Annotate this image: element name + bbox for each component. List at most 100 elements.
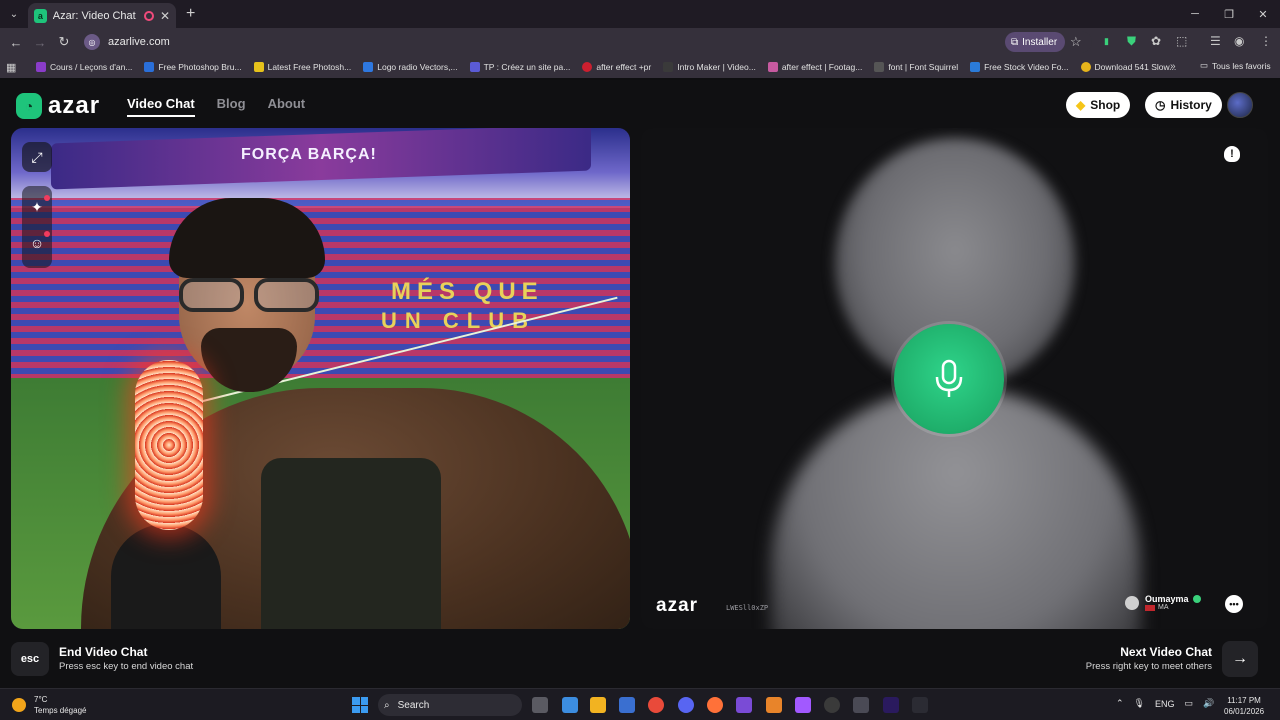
end-video-chat-hint: Press esc key to end video chat [59,661,194,672]
obs-icon[interactable] [824,697,840,713]
end-video-chat-title: End Video Chat [59,645,148,659]
azar-favicon-icon: a [34,9,47,23]
bookmark-item[interactable]: TP : Créez un site pa... [469,62,570,72]
bookmark-item[interactable]: Free Stock Video Fo... [970,62,1069,72]
close-window-icon[interactable]: ✕ [1246,0,1280,28]
volume-icon[interactable]: 🔊 [1203,698,1214,709]
report-user-icon[interactable]: ! [1224,146,1240,162]
copilot-icon[interactable] [562,697,578,713]
azar-logo[interactable]: ◔ azar [16,92,100,120]
discord-icon[interactable] [678,697,694,713]
extensions-puzzle-icon[interactable]: ⬚ [1176,34,1187,48]
all-bookmarks-button[interactable]: ▭ Tous les favoris [1200,60,1271,71]
bookmark-item[interactable]: after effect | Footag... [767,62,862,72]
file-explorer-icon[interactable] [590,697,606,713]
site-info-icon[interactable]: ◎ [84,34,100,50]
reload-icon[interactable]: ↻ [52,34,76,50]
bookmark-item[interactable]: Logo radio Vectors,... [363,62,458,72]
browser-tab[interactable]: a Azar: Video Chat with New ✕ [28,3,176,29]
weather-condition: Temps dégagé [34,706,87,715]
xampp-icon[interactable] [766,697,782,713]
history-button[interactable]: ◷ History [1145,92,1222,118]
browser-tab-bar: ⌄ a Azar: Video Chat with New ✕ + ─ ❐ ✕ [0,0,1280,29]
app-icon[interactable] [853,697,869,713]
chevron-up-icon[interactable]: ⌃ [1116,698,1124,709]
fullscreen-toggle-icon[interactable]: ⤢ [22,142,52,172]
self-camera-view: FORÇA BARÇA! MÉS QUE UN CLUB [11,128,630,629]
peer-country: MA [1145,604,1201,611]
bookmark-item[interactable]: Download 541 Slow... [1080,62,1176,72]
bookmark-favicon-icon [363,62,374,72]
online-status-icon [1192,595,1201,603]
bookmark-item[interactable]: Intro Maker | Video... [663,62,756,72]
bookmark-star-icon[interactable]: ☆ [1070,34,1082,50]
maximize-icon[interactable]: ❐ [1212,0,1246,28]
bookmarks-bar: ▦ Cours / Leçons d'an... Free Photoshop … [0,56,1280,78]
address-bar[interactable]: ◎ azarlive.com [80,31,1092,53]
weather-widget[interactable]: 7°C Temps dégagé [12,694,86,716]
microphone-tray-icon[interactable]: 🎙 [1134,698,1145,709]
bookmark-item[interactable]: font | Font Squirrel [874,62,958,72]
firefox-icon[interactable] [707,697,723,713]
taskbar-search[interactable]: ⌕ Search [378,694,522,716]
language-indicator[interactable]: ENG [1155,699,1175,709]
more-bookmarks-icon[interactable]: » [1170,61,1176,72]
bookmark-item[interactable]: after effect +pr [582,62,651,72]
end-chat-key-button[interactable]: esc [11,642,49,676]
windows-taskbar: 7°C Temps dégagé ⌕ Search ⌃ 🎙 ENG ▭ 🔊 11… [0,688,1280,720]
recording-indicator-icon [144,11,154,21]
browser-toolbar: ← → ↻ ◎ azarlive.com ⧉ Installer ☆ ▮ ⛊ ✿… [0,28,1280,56]
minimize-icon[interactable]: ─ [1178,0,1212,28]
user-avatar[interactable] [1227,92,1253,118]
person-vest [261,458,441,629]
extension-icon[interactable]: ✿ [1151,34,1161,48]
bookmark-favicon-icon [469,62,480,72]
bookmark-favicon-icon [253,62,264,72]
figma-icon[interactable] [795,697,811,713]
bookmark-favicon-icon [144,62,155,72]
peer-info[interactable]: Oumayma MA [1125,594,1201,611]
temperature: 7°C [34,695,48,704]
nav-about[interactable]: About [268,96,306,117]
extension-icon[interactable]: ▮ [1104,36,1109,47]
store-icon[interactable] [619,697,635,713]
nav-video-chat[interactable]: Video Chat [127,96,195,117]
new-tab-button[interactable]: + [186,5,195,23]
install-icon: ⧉ [1011,36,1019,48]
install-app-button[interactable]: ⧉ Installer [1005,32,1066,52]
network-icon[interactable]: ▭ [1185,698,1194,709]
task-view-icon[interactable] [532,697,548,713]
close-tab-icon[interactable]: ✕ [160,9,170,23]
install-label: Installer [1022,36,1058,48]
profile-icon[interactable]: ◉ [1234,34,1244,48]
azar-logo-icon: ◔ [16,93,42,119]
apps-grid-icon[interactable]: ▦ [6,61,26,74]
shop-button[interactable]: ◆ Shop [1066,92,1131,118]
app-icon[interactable] [912,697,928,713]
microphone-icon [935,359,963,397]
chat-message-icon[interactable]: ••• [1225,595,1243,613]
taskbar-clock[interactable]: 11:17 PM 06/01/2026 [1224,695,1264,717]
bookmark-item[interactable]: Free Photoshop Bru... [144,62,242,72]
windows-start-icon[interactable] [352,697,368,713]
folder-icon: ▭ [1200,60,1209,70]
browser-menu-icon[interactable]: ⋮ [1260,34,1272,48]
voice-only-microphone-icon [894,324,1004,434]
back-icon[interactable]: ← [4,35,28,50]
chrome-icon[interactable] [648,697,664,713]
reading-list-icon[interactable]: ☰ [1210,34,1221,48]
app-icon[interactable] [736,697,752,713]
bookmark-item[interactable]: Cours / Leçons d'an... [36,62,132,72]
premiere-pro-icon[interactable] [883,697,899,713]
bookmark-item[interactable]: Latest Free Photosh... [253,62,351,72]
watermark-logo: azar [656,595,699,616]
tab-search-icon[interactable]: ⌄ [0,0,28,28]
new-badge-dot [44,231,50,237]
bookmark-favicon-icon [970,62,981,72]
next-chat-arrow-button[interactable]: → [1222,641,1258,677]
shield-extension-icon[interactable]: ⛊ [1127,34,1136,49]
nav-blog[interactable]: Blog [217,96,246,117]
person-glasses [179,278,319,312]
weather-moon-icon [12,698,26,712]
forward-icon[interactable]: → [28,35,52,50]
